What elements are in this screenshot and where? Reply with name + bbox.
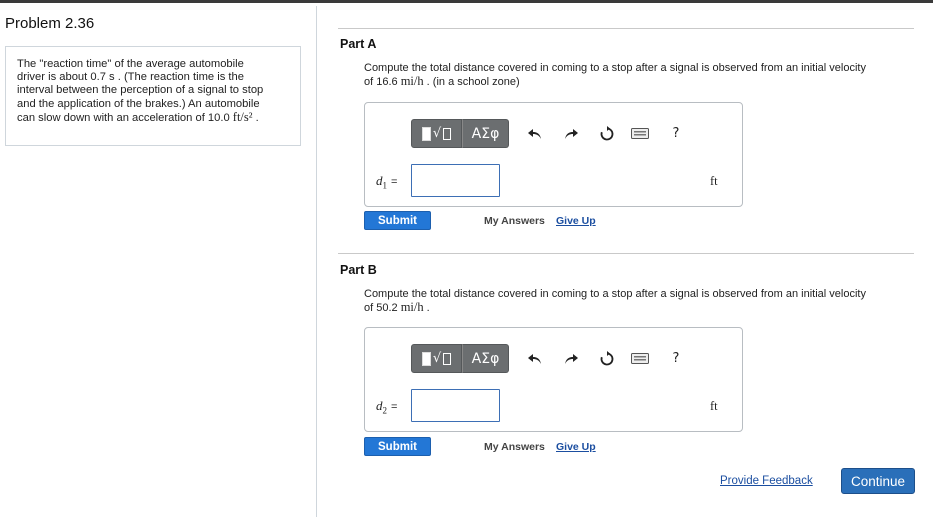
sqrt-icon: √ (432, 126, 442, 141)
question-text: of 50.2 mi/h . (364, 301, 924, 315)
part-a-give-up-link[interactable]: Give Up (556, 215, 596, 227)
part-a-my-answers-link[interactable]: My Answers (484, 215, 545, 227)
reset-circle-icon[interactable] (597, 343, 617, 374)
question-text: of 16.6 mi/h . (in a school zone) (364, 75, 924, 89)
part-b-answer-input[interactable] (411, 389, 500, 422)
question-text-pre: of 16.6 (364, 76, 401, 88)
column-divider (316, 6, 317, 517)
reset-circle-icon[interactable] (597, 118, 617, 149)
question-text-post: . (423, 302, 430, 314)
equals-sign: = (391, 176, 398, 188)
variable-label: d1 = (376, 173, 397, 191)
keyboard-icon[interactable] (630, 118, 650, 149)
math-toolbar: √ ΑΣφ (411, 118, 509, 149)
part-a-answer-input[interactable] (411, 164, 500, 197)
question-text-post: . (in a school zone) (423, 76, 520, 88)
part-a-answer-box: √ ΑΣφ ? d1 = ft (364, 102, 743, 207)
part-b-my-answers-link[interactable]: My Answers (484, 441, 545, 453)
top-bar (0, 0, 933, 3)
templates-button[interactable]: √ (411, 119, 462, 148)
velocity-unit: mi/h (400, 300, 424, 314)
question-text-pre: of 50.2 (364, 302, 401, 314)
problem-text-line: The "reaction time" of the average autom… (17, 58, 244, 70)
question-text: Compute the total distance covered in co… (364, 62, 866, 74)
sqrt-icon: √ (432, 351, 442, 366)
template-square-icon (421, 351, 431, 366)
problem-text: . (252, 111, 259, 124)
part-b-question: Compute the total distance covered in co… (364, 288, 924, 315)
provide-feedback-link[interactable]: Provide Feedback (720, 475, 813, 487)
part-a-divider (338, 28, 914, 29)
template-square-icon (421, 126, 431, 141)
unit-label: ft (710, 399, 718, 413)
problem-statement: The "reaction time" of the average autom… (5, 46, 301, 146)
redo-arrow-icon[interactable] (561, 118, 581, 149)
unit-label: ft (710, 174, 718, 188)
variable-subscript: 2 (382, 405, 388, 416)
part-b-answer-box: √ ΑΣφ ? d2 = ft (364, 327, 743, 432)
part-b-submit-button[interactable]: Submit (364, 437, 431, 456)
redo-arrow-icon[interactable] (561, 343, 581, 374)
problem-text-line: can slow down with an acceleration of 10… (17, 109, 290, 125)
keyboard-icon[interactable] (630, 343, 650, 374)
part-a-question: Compute the total distance covered in co… (364, 62, 924, 89)
greek-symbols-button[interactable]: ΑΣφ (462, 344, 509, 373)
velocity-unit: mi/h (400, 74, 424, 88)
question-text: Compute the total distance covered in co… (364, 288, 866, 300)
undo-arrow-icon[interactable] (525, 118, 545, 149)
continue-button[interactable]: Continue (841, 468, 915, 494)
template-box-icon (443, 127, 452, 140)
part-b-divider (338, 253, 914, 254)
part-a-submit-button[interactable]: Submit (364, 211, 431, 230)
problem-title: Problem 2.36 (5, 15, 95, 32)
acceleration-unit: ft/s² (232, 109, 253, 124)
problem-text-line: driver is about 0.7 s . (The reaction ti… (17, 71, 244, 84)
template-box-icon (443, 352, 452, 365)
part-b-give-up-link[interactable]: Give Up (556, 441, 596, 453)
part-a-title: Part A (340, 37, 377, 51)
templates-button[interactable]: √ (411, 344, 462, 373)
problem-text-line: interval between the perception of a sig… (17, 84, 264, 97)
problem-text: can slow down with an acceleration of 10… (17, 111, 233, 124)
variable-subscript: 1 (382, 180, 388, 191)
math-toolbar: √ ΑΣφ (411, 343, 509, 374)
part-b-title: Part B (340, 263, 377, 277)
help-icon[interactable]: ? (666, 118, 686, 149)
variable-label: d2 = (376, 398, 397, 416)
undo-arrow-icon[interactable] (525, 343, 545, 374)
greek-symbols-button[interactable]: ΑΣφ (462, 119, 509, 148)
equals-sign: = (391, 401, 398, 413)
help-icon[interactable]: ? (666, 343, 686, 374)
